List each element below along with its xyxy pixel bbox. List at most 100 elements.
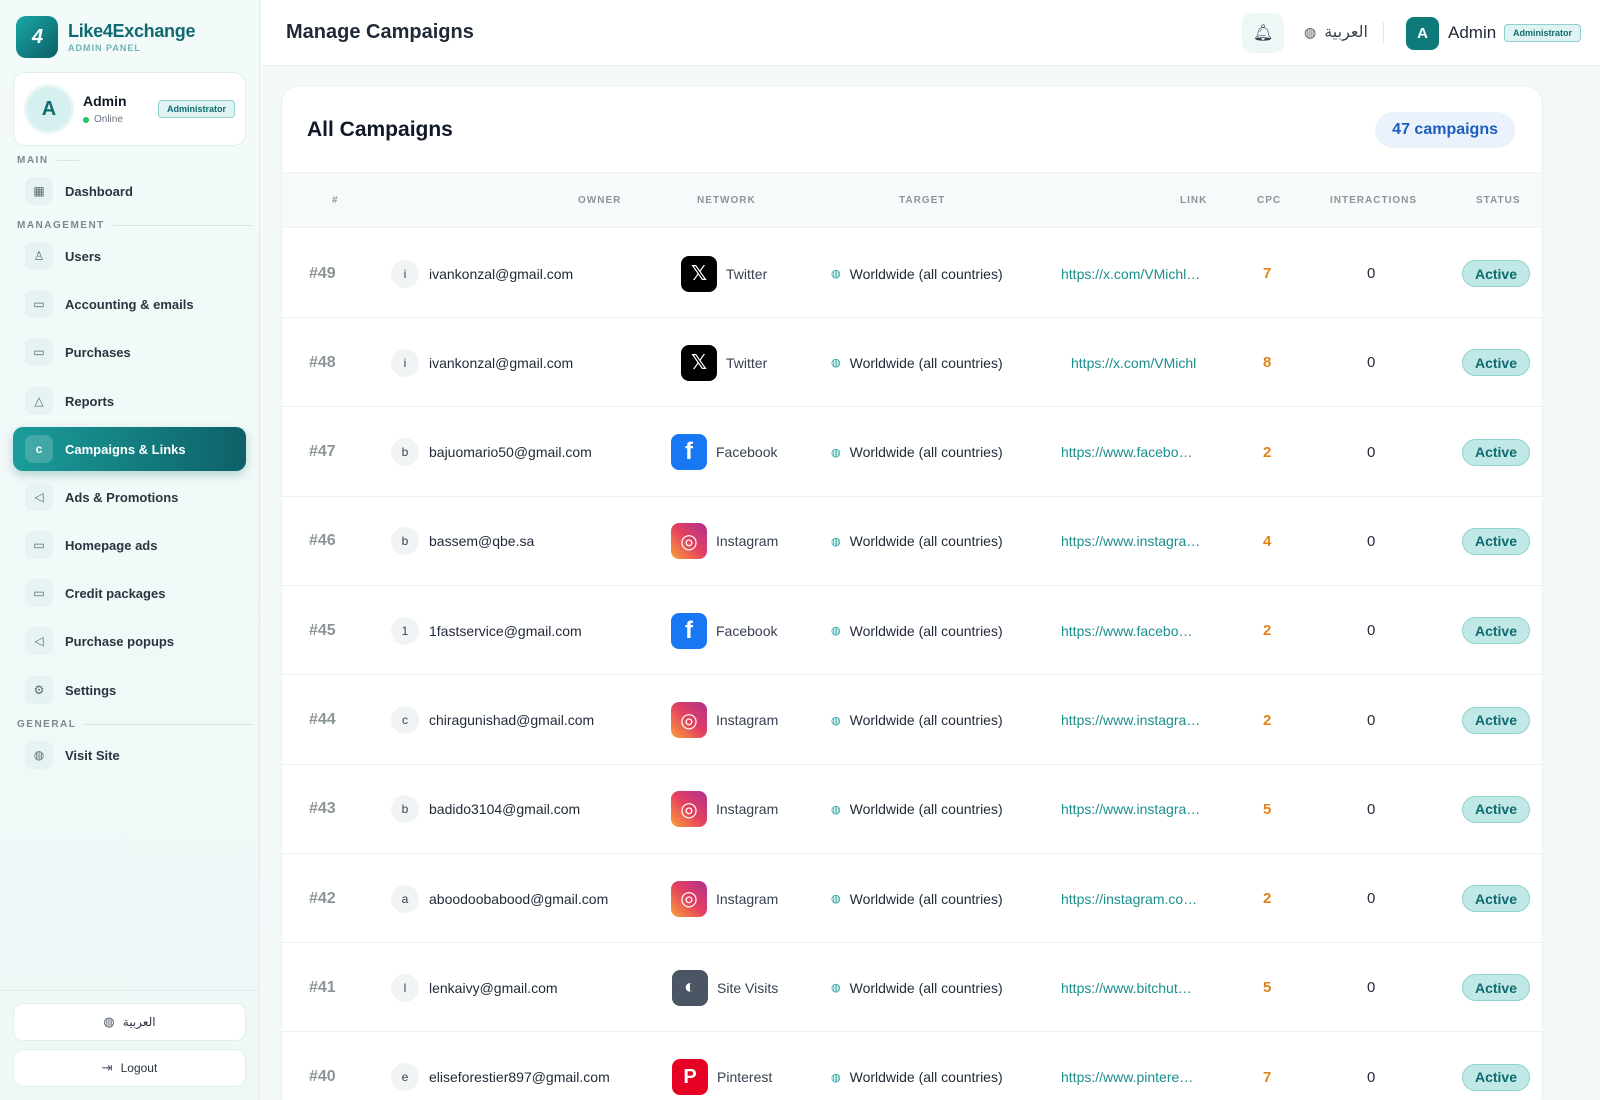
table-row[interactable]: #41 l lenkaivy@gmail.com ◐ Site Visits ◍… xyxy=(282,943,1542,1033)
owner-email: eliseforestier897@gmail.com xyxy=(429,1069,610,1086)
status-badge[interactable]: Active xyxy=(1462,706,1530,734)
target-cell: ◍ Worldwide (all countries) xyxy=(831,408,1003,497)
language-button[interactable]: ◍ العربية xyxy=(13,1003,246,1041)
status-badge[interactable]: Active xyxy=(1462,885,1530,913)
table-row[interactable]: #46 b bassem@qbe.sa ◎ Instagram ◍ Worldw… xyxy=(282,497,1542,586)
owner-cell: b bassem@qbe.sa xyxy=(391,497,534,586)
status-badge[interactable]: Active xyxy=(1462,1063,1530,1091)
interactions-value: 0 xyxy=(1367,443,1376,461)
owner-cell: 1 1fastservice@gmail.com xyxy=(391,586,582,675)
cpc-value: 5 xyxy=(1263,979,1272,997)
sidebar-item-purchase-popups[interactable]: ◁ Purchase popups xyxy=(13,619,246,663)
status-badge[interactable]: Active xyxy=(1462,438,1530,466)
table-row[interactable]: #44 c chiragunishad@gmail.com ◎ Instagra… xyxy=(282,676,1542,765)
sidebar-item-credit-packages[interactable]: ▭ Credit packages xyxy=(13,571,246,615)
topbar: Manage Campaigns 🔔︎ ◍ العربية A Admin Ad… xyxy=(261,0,1600,66)
table-row[interactable]: #47 b bajuomario50@gmail.com f Facebook … xyxy=(282,408,1542,497)
interactions-value: 0 xyxy=(1367,979,1376,997)
brand[interactable]: 4 Like4Exchange ADMIN PANEL xyxy=(16,16,195,58)
profile-name: Admin xyxy=(83,93,127,109)
sidebar-footer: ◍ العربية ⇥ Logout xyxy=(0,990,260,1100)
campaign-id: #46 xyxy=(309,532,336,550)
sidebar-item-homepage-ads[interactable]: ▭ Homepage ads xyxy=(13,523,246,567)
campaign-link[interactable]: https://www.pintere… xyxy=(1061,1033,1193,1100)
sidebar-item-campaigns[interactable]: c Campaigns & Links xyxy=(13,427,246,471)
status-badge[interactable]: Active xyxy=(1462,349,1530,377)
status-badge[interactable]: Active xyxy=(1462,527,1530,555)
owner-initial: i xyxy=(391,348,419,377)
sidebar-item-settings[interactable]: ⚙ Settings xyxy=(13,668,246,712)
target-text: Worldwide (all countries) xyxy=(849,712,1003,728)
column-interactions: INTERACTIONS xyxy=(1330,195,1417,206)
campaign-link[interactable]: https://instagram.co… xyxy=(1061,854,1197,943)
notifications-button[interactable]: 🔔︎ xyxy=(1242,13,1284,53)
column-id: # xyxy=(332,195,339,206)
sidebar-item-dashboard[interactable]: ▦ Dashboard xyxy=(13,169,246,213)
brand-name: Like4Exchange xyxy=(68,21,196,41)
sidebar-item-accounting[interactable]: ▭ Accounting & emails xyxy=(13,282,246,326)
campaign-link[interactable]: https://x.com/VMichl xyxy=(1071,318,1196,407)
target-text: Worldwide (all countries) xyxy=(849,1069,1003,1086)
avatar: A xyxy=(24,84,74,134)
sidebar-item-reports[interactable]: △ Reports xyxy=(13,379,246,423)
table-row[interactable]: #48 i ivankonzal@gmail.com 𝕏 Twitter ◍ W… xyxy=(282,318,1542,408)
network-cell: 𝕏 Twitter xyxy=(681,229,767,318)
status-badge[interactable]: Active xyxy=(1462,617,1530,645)
campaign-link[interactable]: https://www.bitchut… xyxy=(1061,943,1192,1032)
user-name[interactable]: Admin xyxy=(1448,23,1496,43)
target-cell: ◍ Worldwide (all countries) xyxy=(831,765,1003,854)
avatar[interactable]: A xyxy=(1406,17,1439,50)
owner-cell: a aboodoobabood@gmail.com xyxy=(391,854,608,943)
sidebar-item-visit-site[interactable]: ◍ Visit Site xyxy=(13,733,246,777)
sidebar-item-ads[interactable]: ◁ Ads & Promotions xyxy=(13,475,246,519)
x-icon: 𝕏 xyxy=(681,255,717,292)
table-row[interactable]: #49 i ivankonzal@gmail.com 𝕏 Twitter ◍ W… xyxy=(282,229,1542,318)
cpc-value: 8 xyxy=(1263,354,1272,372)
campaign-id: #49 xyxy=(309,264,336,282)
language-switch[interactable]: ◍ العربية xyxy=(1304,22,1368,42)
campaigns-card: All Campaigns 47 campaigns # OWNER NETWO… xyxy=(281,85,1543,1100)
status-badge[interactable]: Active xyxy=(1462,795,1530,823)
logout-button[interactable]: ⇥ Logout xyxy=(13,1049,246,1087)
brand-logo-icon: 4 xyxy=(16,16,58,58)
x-icon: 𝕏 xyxy=(681,344,717,381)
sidebar-item-purchases[interactable]: ▭ Purchases xyxy=(13,330,246,374)
owner-initial: b xyxy=(391,527,419,556)
owner-cell: b bajuomario50@gmail.com xyxy=(391,408,592,497)
campaign-link[interactable]: https://www.instagra… xyxy=(1061,497,1200,586)
owner-email: 1fastservice@gmail.com xyxy=(429,622,582,639)
campaign-id: #43 xyxy=(309,800,336,818)
campaign-link[interactable]: https://www.facebo… xyxy=(1061,408,1193,497)
cpc-value: 2 xyxy=(1263,443,1272,461)
network-cell: ◐ Site Visits xyxy=(672,943,778,1032)
status-badge[interactable]: Active xyxy=(1462,260,1530,287)
campaign-id: #44 xyxy=(309,711,336,728)
campaign-count-badge: 47 campaigns xyxy=(1375,112,1515,148)
globe-icon: ◍ xyxy=(831,714,841,727)
megaphone-icon: ◁ xyxy=(25,483,53,511)
owner-initial: e xyxy=(391,1063,419,1092)
card-icon: ▭ xyxy=(25,290,53,318)
table-row[interactable]: #40 e eliseforestier897@gmail.com P Pint… xyxy=(282,1033,1542,1100)
status-badge[interactable]: Active xyxy=(1462,974,1530,1002)
table-row[interactable]: #43 b badido3104@gmail.com ◎ Instagram ◍… xyxy=(282,765,1542,854)
warning-icon: △ xyxy=(25,387,53,415)
sidebar-item-users[interactable]: ♙ Users xyxy=(13,234,246,278)
owner-initial: c xyxy=(391,706,419,734)
network-cell: f Facebook xyxy=(671,408,777,497)
instagram-icon: ◎ xyxy=(671,880,707,917)
campaign-link[interactable]: https://x.com/VMichl… xyxy=(1061,229,1200,318)
target-cell: ◍ Worldwide (all countries) xyxy=(831,1033,1003,1100)
campaign-link[interactable]: https://www.instagra… xyxy=(1061,765,1200,854)
divider xyxy=(1383,22,1384,44)
campaign-id: #47 xyxy=(309,443,336,461)
card-icon: ▭ xyxy=(25,579,53,607)
campaign-link[interactable]: https://www.instagra… xyxy=(1061,676,1200,765)
table-row[interactable]: #45 1 1fastservice@gmail.com f Facebook … xyxy=(282,586,1542,676)
campaign-link[interactable]: https://www.facebo… xyxy=(1061,586,1193,675)
network-cell: ◎ Instagram xyxy=(671,765,778,854)
target-text: Worldwide (all countries) xyxy=(849,533,1003,550)
sidebar: 4 Like4Exchange ADMIN PANEL A Admin Onli… xyxy=(0,0,260,1100)
table-row[interactable]: #42 a aboodoobabood@gmail.com ◎ Instagra… xyxy=(282,854,1542,944)
target-text: Worldwide (all countries) xyxy=(849,622,1003,639)
